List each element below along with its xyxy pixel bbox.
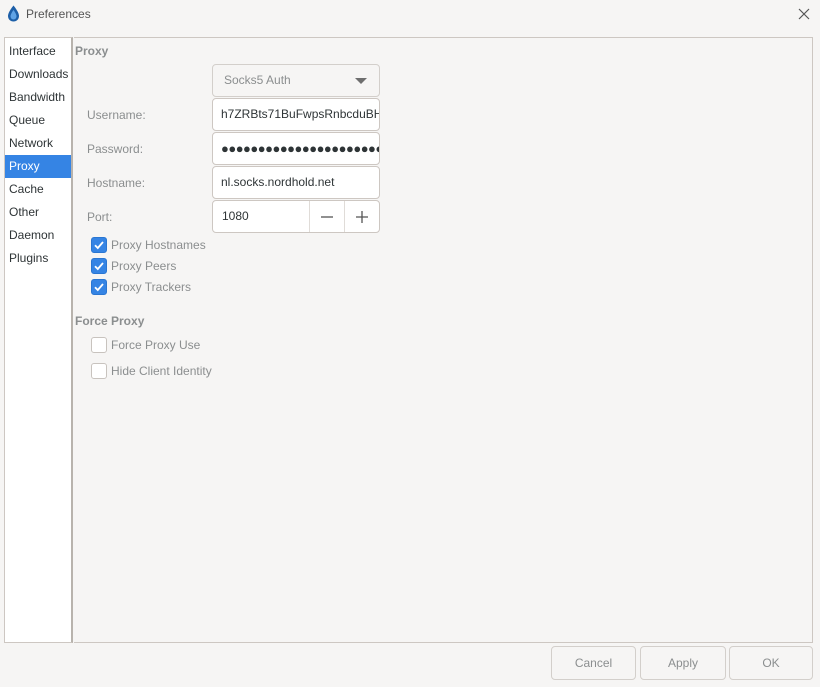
sidebar-item-daemon[interactable]: Daemon — [5, 224, 71, 247]
preferences-sidebar: Interface Downloads Bandwidth Queue Netw… — [4, 37, 73, 643]
close-button[interactable] — [794, 4, 814, 24]
proxy-section-title: Proxy — [75, 44, 109, 58]
checkbox-box[interactable] — [91, 363, 107, 379]
sidebar-item-proxy[interactable]: Proxy — [5, 155, 71, 178]
sidebar-item-other[interactable]: Other — [5, 201, 71, 224]
username-field[interactable]: h7ZRBts71BuFwpsRnbcduBH — [212, 98, 380, 131]
hostname-field[interactable]: nl.socks.nordhold.net — [212, 166, 380, 199]
sidebar-item-downloads[interactable]: Downloads — [5, 63, 71, 86]
close-icon — [798, 8, 810, 20]
hide-client-identity-checkbox[interactable]: Hide Client Identity — [91, 363, 212, 379]
checkbox-box[interactable] — [91, 237, 107, 253]
chevron-down-icon — [355, 78, 367, 84]
deluge-drop-icon — [8, 5, 19, 22]
password-field[interactable]: ●●●●●●●●●●●●●●●●●●●●●●●● — [212, 132, 380, 165]
proxy-trackers-checkbox[interactable]: Proxy Trackers — [91, 279, 191, 295]
sidebar-item-cache[interactable]: Cache — [5, 178, 71, 201]
port-increment-button[interactable] — [344, 201, 379, 232]
port-spinbutton: 1080 — [212, 200, 380, 233]
port-value[interactable]: 1080 — [222, 201, 249, 232]
plus-icon — [356, 210, 368, 223]
window-title: Preferences — [26, 7, 91, 21]
port-label: Port: — [87, 210, 113, 224]
sidebar-item-plugins[interactable]: Plugins — [5, 247, 71, 270]
proxy-peers-label: Proxy Peers — [111, 259, 177, 273]
proxy-peers-checkbox[interactable]: Proxy Peers — [91, 258, 176, 274]
sidebar-item-bandwidth[interactable]: Bandwidth — [5, 86, 71, 109]
force-proxy-use-checkbox[interactable]: Force Proxy Use — [91, 337, 200, 353]
title-bar: Preferences — [0, 0, 820, 28]
proxy-type-dropdown[interactable]: Socks5 Auth — [212, 64, 380, 97]
check-icon — [94, 262, 104, 271]
ok-button[interactable]: OK — [729, 646, 813, 680]
proxy-hostnames-checkbox[interactable]: Proxy Hostnames — [91, 237, 206, 253]
check-icon — [94, 241, 104, 250]
cancel-button[interactable]: Cancel — [551, 646, 636, 680]
sidebar-item-network[interactable]: Network — [5, 132, 71, 155]
checkbox-box[interactable] — [91, 279, 107, 295]
checkbox-box[interactable] — [91, 337, 107, 353]
password-label: Password: — [87, 142, 144, 156]
force-proxy-use-label: Force Proxy Use — [111, 338, 201, 352]
hostname-label: Hostname: — [87, 176, 146, 190]
sidebar-item-queue[interactable]: Queue — [5, 109, 71, 132]
checkbox-box[interactable] — [91, 258, 107, 274]
check-icon — [94, 283, 104, 292]
proxy-trackers-label: Proxy Trackers — [111, 280, 192, 294]
hide-client-identity-label: Hide Client Identity — [111, 364, 212, 378]
proxy-type-value: Socks5 Auth — [224, 73, 291, 87]
force-proxy-section-title: Force Proxy — [75, 314, 145, 328]
apply-button[interactable]: Apply — [640, 646, 726, 680]
port-decrement-button[interactable] — [309, 201, 344, 232]
minus-icon — [321, 215, 333, 218]
proxy-hostnames-label: Proxy Hostnames — [111, 238, 206, 252]
username-label: Username: — [87, 108, 146, 122]
sidebar-item-interface[interactable]: Interface — [5, 40, 71, 63]
